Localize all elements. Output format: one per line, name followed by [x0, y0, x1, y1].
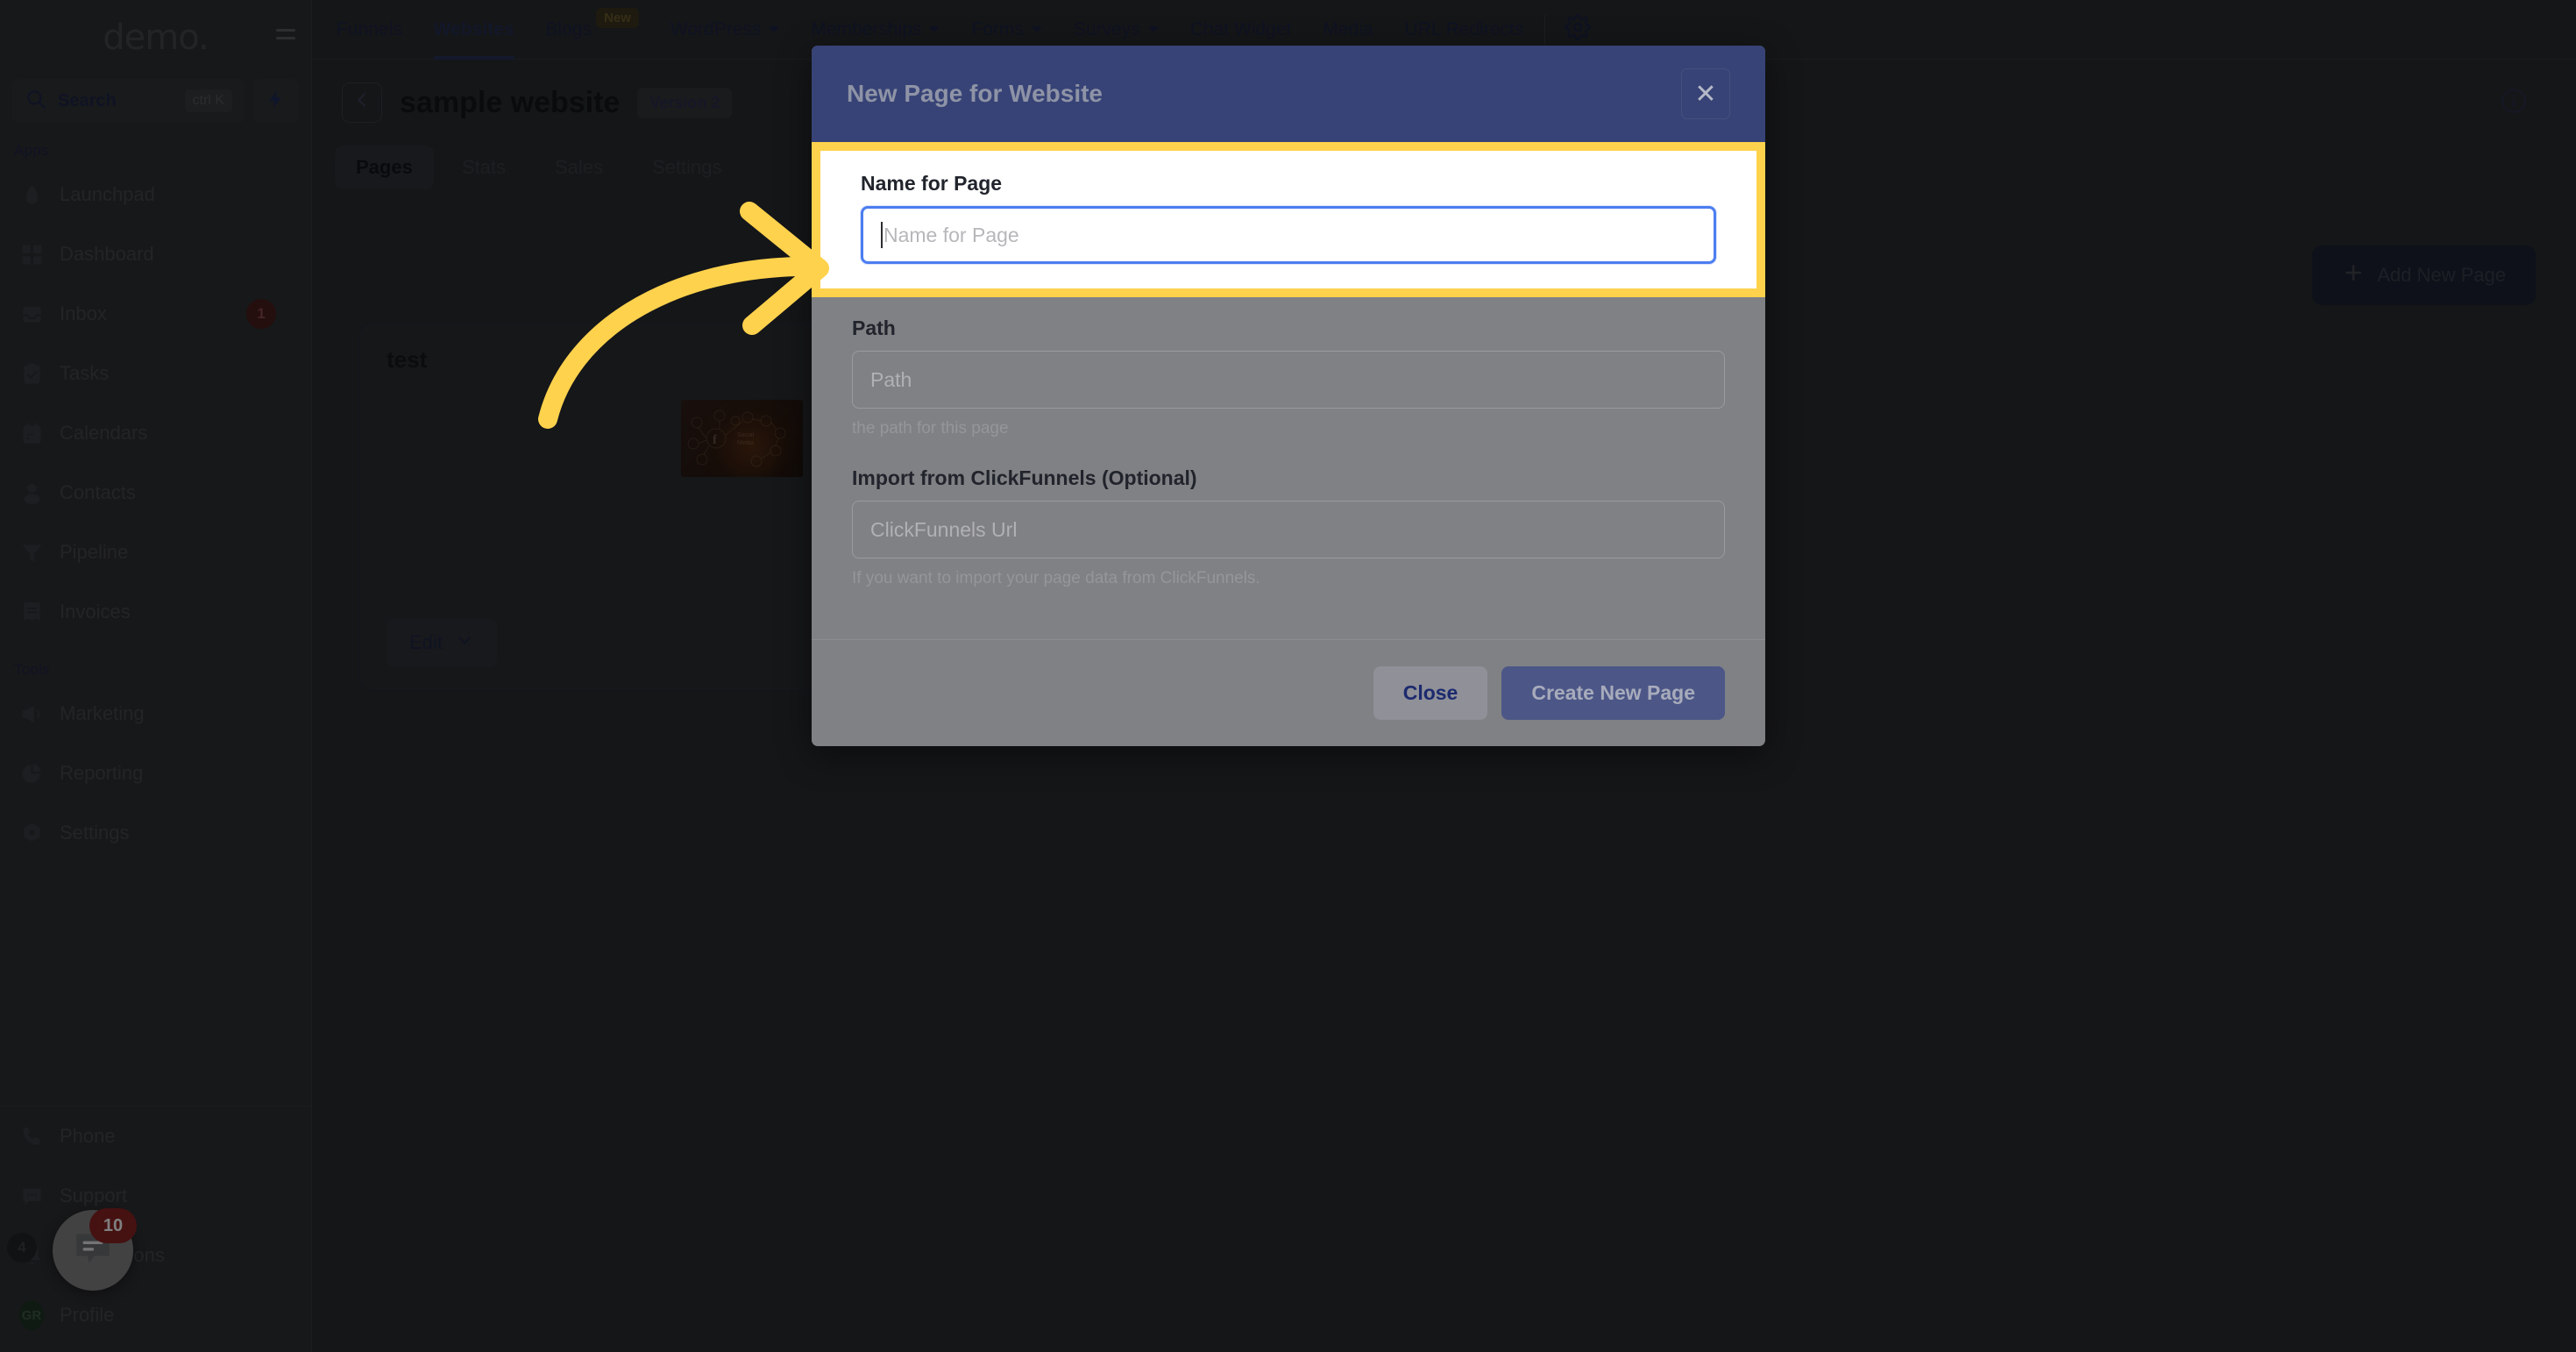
annotation-highlight-band: Name for Page Name for Page — [812, 142, 1765, 297]
import-field-hint: If you want to import your page data fro… — [852, 569, 1260, 587]
modal-body: Name for Page Name for Page Path Path th… — [812, 142, 1765, 639]
name-for-page-input[interactable]: Name for Page — [861, 206, 1716, 264]
path-field-group: Path Path the path for this page — [812, 297, 1765, 438]
close-button[interactable]: Close — [1373, 666, 1488, 720]
import-field-group: Import from ClickFunnels (Optional) Clic… — [812, 438, 1765, 588]
import-field-label: Import from ClickFunnels (Optional) — [852, 466, 1197, 489]
name-input-placeholder: Name for Page — [884, 223, 1019, 246]
modal-footer: Close Create New Page — [812, 639, 1765, 746]
close-symbol: ✕ — [1694, 79, 1717, 109]
modal-title: New Page for Website — [847, 80, 1103, 107]
path-input-placeholder: Path — [870, 367, 912, 391]
text-cursor — [881, 222, 883, 248]
path-field-hint: the path for this page — [852, 419, 1009, 438]
new-page-modal: New Page for Website ✕ Name for Page Nam… — [812, 46, 1765, 746]
app-root: demo. Search ctrl K Apps — [0, 0, 2576, 1352]
create-new-page-button[interactable]: Create New Page — [1501, 666, 1725, 720]
import-input-placeholder: ClickFunnels Url — [870, 517, 1018, 541]
create-button-label: Create New Page — [1531, 681, 1695, 704]
close-x-icon[interactable]: ✕ — [1681, 68, 1730, 119]
clickfunnels-url-input[interactable]: ClickFunnels Url — [852, 501, 1725, 559]
path-field-label: Path — [852, 317, 896, 339]
name-field-group: Name for Page Name for Page — [820, 151, 1756, 288]
name-field-label: Name for Page — [861, 172, 1003, 195]
path-input[interactable]: Path — [852, 351, 1725, 409]
close-button-label: Close — [1402, 681, 1458, 704]
modal-header: New Page for Website ✕ — [812, 46, 1765, 142]
